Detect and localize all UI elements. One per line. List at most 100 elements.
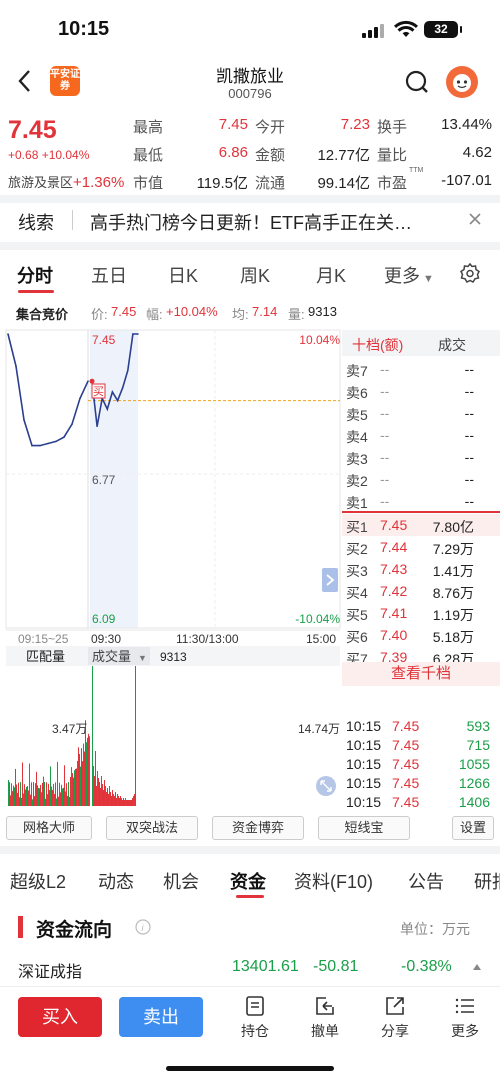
tab-more[interactable]: 更多 ▼ xyxy=(384,262,434,288)
tab-f10[interactable]: 资料(F10) xyxy=(294,868,373,894)
session-volume-bar xyxy=(117,794,118,806)
level-amount: -- xyxy=(464,361,474,377)
tab-monthly[interactable]: 月K xyxy=(316,262,346,288)
auction-volume-bar xyxy=(83,743,84,806)
tab-research[interactable]: 研报 xyxy=(474,868,500,894)
tab-weekly[interactable]: 周K xyxy=(240,262,270,288)
session-volume-bar xyxy=(129,800,130,806)
tool-settings[interactable]: 设置 xyxy=(452,816,494,840)
bid-level-row[interactable]: 买3 7.43 1.41万 xyxy=(342,558,500,580)
auction-volume-bar xyxy=(80,766,81,806)
auction-volume-bar xyxy=(48,783,49,806)
cancel-order-button[interactable]: 撤单 xyxy=(300,995,350,1041)
session-volume-bar xyxy=(97,771,98,806)
auction-volume-bar xyxy=(38,787,39,806)
auction-volume-bar xyxy=(62,788,63,806)
vol-tab-match[interactable]: 匹配量 xyxy=(26,649,65,664)
auction-volume-bar xyxy=(54,794,55,806)
holdings-button[interactable]: 持仓 xyxy=(230,995,280,1041)
stat-label: 市值 xyxy=(133,175,164,192)
bid-level-row[interactable]: 买5 7.41 1.19万 xyxy=(342,602,500,624)
bid-level-row[interactable]: 买2 7.44 7.29万 xyxy=(342,536,500,558)
share-button[interactable]: 分享 xyxy=(370,995,420,1041)
news-ticker[interactable]: 线索 高手热门榜今日更新！ETF高手正在关… xyxy=(0,200,500,242)
close-icon[interactable] xyxy=(468,212,482,226)
bid-level-row[interactable]: 买6 7.40 5.18万 xyxy=(342,624,500,646)
auction-volume-bar xyxy=(41,792,42,806)
price-point xyxy=(137,333,139,335)
tool-grid-master[interactable]: 网格大师 xyxy=(6,816,92,840)
session-volume-bar xyxy=(92,666,93,806)
auction-volume-bar xyxy=(49,790,50,806)
cellular-signal-icon xyxy=(362,24,384,38)
auction-volume-bar xyxy=(74,770,75,806)
tab-trades[interactable]: 成交 xyxy=(438,335,466,355)
tab-5day[interactable]: 五日 xyxy=(91,262,127,288)
ask-level-row[interactable]: 卖6 -- -- xyxy=(342,380,500,402)
sector-change: +1.36% xyxy=(73,174,125,191)
intraday-chart[interactable]: 7.45 6.77 6.09 10.04% -10.04% 买 09:15~25… xyxy=(0,326,342,812)
tab-opportunity[interactable]: 机会 xyxy=(163,868,199,894)
index-name: 深证成指 xyxy=(18,964,83,981)
tab-announcement[interactable]: 公告 xyxy=(408,868,444,894)
level-amount: 5.18万 xyxy=(432,629,474,645)
vol-tab-volume[interactable]: 成交量 xyxy=(92,649,131,664)
section-marker xyxy=(18,916,23,938)
auction-volume-bar xyxy=(71,767,72,806)
caret-up-icon[interactable] xyxy=(472,962,482,972)
assistant-avatar-icon[interactable] xyxy=(446,66,478,98)
ask-level-row[interactable]: 卖2 -- -- xyxy=(342,468,500,490)
level-price: 7.44 xyxy=(380,539,408,555)
stat-label: 换手 xyxy=(377,119,408,136)
more-label: 更多 xyxy=(451,1023,479,1039)
view-1000-levels-button[interactable]: 查看千档 xyxy=(342,662,500,686)
sector-info[interactable]: 旅游及景区+1.36% xyxy=(8,172,124,191)
more-button[interactable]: 更多 xyxy=(440,995,490,1041)
bid-level-row[interactable]: 买1 7.45 7.80亿 xyxy=(342,514,500,536)
auction-volume-bar xyxy=(78,747,79,806)
buy-button[interactable]: 买入 xyxy=(18,997,102,1037)
tab-news[interactable]: 动态 xyxy=(98,868,134,894)
vol-left-label: 3.47万 xyxy=(52,722,87,736)
session-volume-bar xyxy=(98,778,99,806)
level-price: -- xyxy=(380,405,390,421)
sector-name: 旅游及景区 xyxy=(8,175,74,190)
search-icon[interactable] xyxy=(404,69,430,95)
auction-volume-bar xyxy=(18,782,19,806)
sell-button[interactable]: 卖出 xyxy=(119,997,203,1037)
info-icon[interactable]: i xyxy=(135,919,151,935)
stat-label: 金额 xyxy=(255,147,286,164)
wifi-icon xyxy=(394,20,418,37)
tab-intraday[interactable]: 分时 xyxy=(17,262,53,288)
ask-level-row[interactable]: 卖4 -- -- xyxy=(342,424,500,446)
auction-volume-bar xyxy=(55,782,56,806)
level-label: 买1 xyxy=(346,519,368,535)
fund-flow-section: 资金流向 i 单位：万元 深证成指 13401.61 -50.81 -0.38% xyxy=(0,906,500,986)
quote-panel: 7.45 +0.68 +10.04% 旅游及景区+1.36% 最高 7.45 今… xyxy=(0,110,500,196)
tab-level10[interactable]: 十档(额) xyxy=(352,335,403,355)
auction-volume-bar xyxy=(17,792,18,806)
session-volume-bar xyxy=(109,786,110,806)
ask-level-row[interactable]: 卖5 -- -- xyxy=(342,402,500,424)
ask-level-row[interactable]: 卖1 -- -- xyxy=(342,490,500,512)
ask-level-row[interactable]: 卖3 -- -- xyxy=(342,446,500,468)
level-price: 7.45 xyxy=(380,517,408,533)
gear-icon[interactable] xyxy=(459,262,481,284)
trade-volume: 715 xyxy=(466,737,490,753)
session-volume-bar xyxy=(120,796,121,806)
tab-level2[interactable]: 超级L2 xyxy=(10,868,66,894)
ask-level-row[interactable]: 卖7 -- -- xyxy=(342,358,500,380)
tool-fund-game[interactable]: 资金博弈 xyxy=(212,816,304,840)
auction-volume-bar xyxy=(61,784,62,806)
tool-short-term[interactable]: 短线宝 xyxy=(318,816,410,840)
bid-level-row[interactable]: 买4 7.42 8.76万 xyxy=(342,580,500,602)
price-point xyxy=(39,444,41,447)
auction-volume-bar xyxy=(31,782,32,806)
tab-fund[interactable]: 资金 xyxy=(230,868,266,894)
stat-label: 今开 xyxy=(255,119,286,136)
stat-label: 最高 xyxy=(133,119,164,136)
auction-volume-bar xyxy=(81,748,82,806)
expand-panel-button[interactable] xyxy=(322,568,338,592)
tab-daily[interactable]: 日K xyxy=(168,262,198,288)
tool-double-breakout[interactable]: 双突战法 xyxy=(106,816,198,840)
